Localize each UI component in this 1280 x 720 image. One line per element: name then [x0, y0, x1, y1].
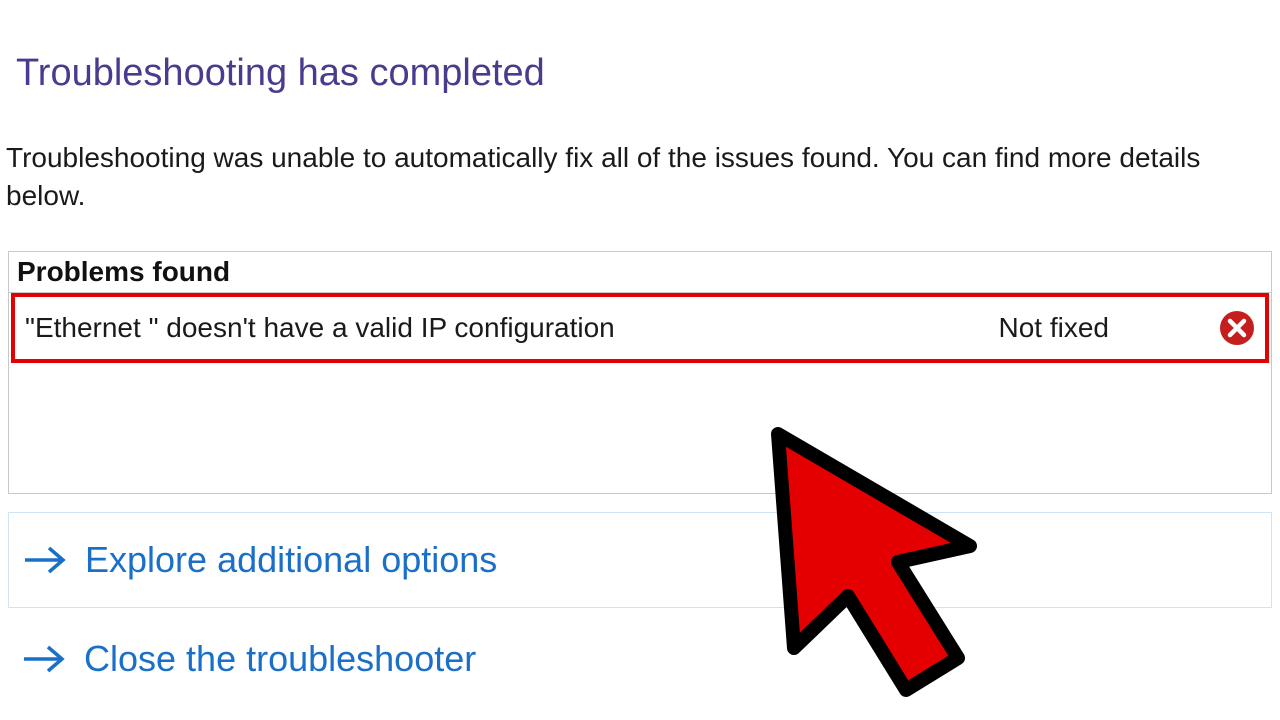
close-option-label: Close the troubleshooter [84, 638, 476, 680]
arrow-right-icon [23, 543, 67, 577]
problems-blank-area [9, 363, 1271, 493]
problems-found-panel: Problems found "Ethernet " doesn't have … [8, 251, 1272, 494]
arrow-right-icon [22, 642, 66, 676]
problem-status: Not fixed [999, 312, 1220, 344]
summary-text: Troubleshooting was unable to automatica… [0, 95, 1280, 215]
problem-row-highlighted: "Ethernet " doesn't have a valid IP conf… [11, 293, 1269, 363]
explore-option-label: Explore additional options [85, 539, 497, 581]
page-title: Troubleshooting has completed [0, 0, 1280, 95]
close-troubleshooter[interactable]: Close the troubleshooter [8, 638, 1272, 680]
error-x-icon [1219, 310, 1255, 346]
problem-description: "Ethernet " doesn't have a valid IP conf… [25, 312, 999, 344]
explore-additional-options[interactable]: Explore additional options [8, 512, 1272, 608]
problem-row[interactable]: "Ethernet " doesn't have a valid IP conf… [15, 297, 1265, 359]
problems-found-header: Problems found [9, 252, 1271, 293]
